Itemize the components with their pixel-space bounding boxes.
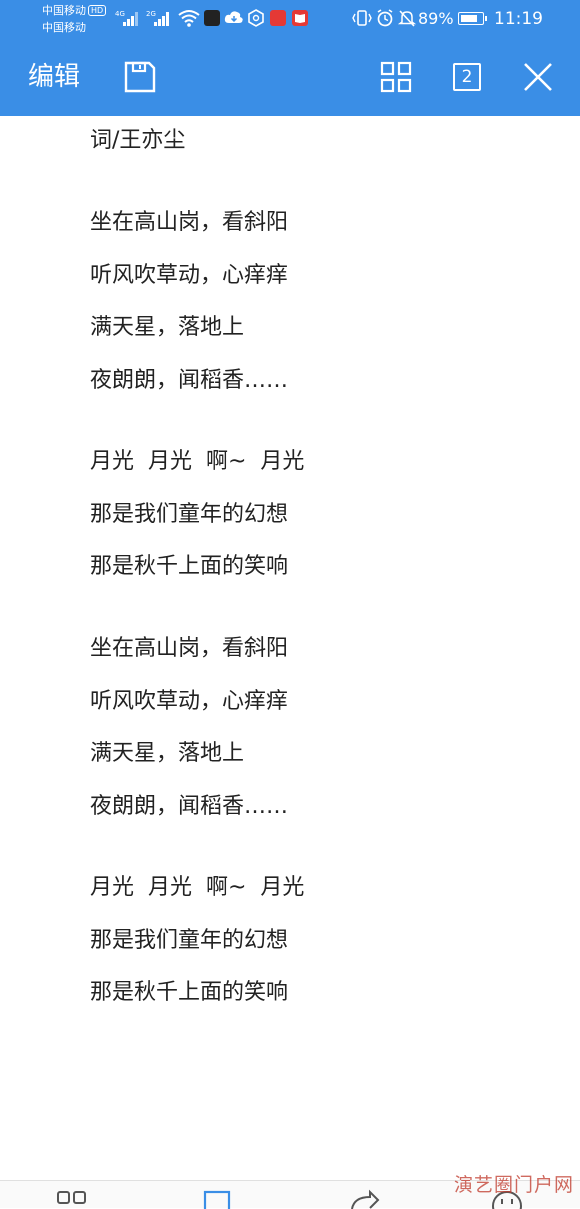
carrier-2: 中国移动 <box>42 21 86 34</box>
lyric-line: 那是我们童年的幻想 <box>90 928 289 953</box>
close-icon <box>524 63 552 91</box>
lyric-line: 夜朗朗，闻稻香…… <box>90 794 289 819</box>
lyric-line: 那是秋千上面的笑响 <box>90 554 289 579</box>
lyric-line: 坐在高山岗，看斜阳 <box>90 636 289 661</box>
settings-icon <box>248 9 264 27</box>
app-icon <box>204 10 220 26</box>
signal-icon <box>123 12 141 26</box>
grid-icon <box>380 61 412 93</box>
lyric-line: 坐在高山岗，看斜阳 <box>90 210 289 235</box>
lyric-line: 满天星，落地上 <box>90 315 245 340</box>
tabs-icon: 2 <box>453 63 481 91</box>
tool-icon[interactable] <box>56 1189 88 1209</box>
cloud-icon <box>224 11 243 23</box>
wifi-icon <box>178 10 200 27</box>
book-icon <box>292 10 308 26</box>
lyric-line: 听风吹草动，心痒痒 <box>90 263 289 288</box>
vibrate-icon <box>352 10 372 26</box>
carrier-1: 中国移动 HD <box>42 4 107 17</box>
toolbar-title: 编辑 <box>28 62 81 92</box>
lyric-line: 那是秋千上面的笑响 <box>90 980 289 1005</box>
lyric-line: 听风吹草动，心痒痒 <box>90 689 289 714</box>
tabs-button[interactable]: 2 <box>449 59 485 95</box>
battery-percent: 89% <box>418 9 454 28</box>
lyricist-line: 词/王亦尘 <box>90 128 186 153</box>
status-bar: 中国移动 HD 中国移动 4G 2G 89% 11:19 <box>0 0 580 38</box>
lyric-line: 满天星，落地上 <box>90 741 245 766</box>
signal-icon <box>154 12 172 26</box>
hd-badge: HD <box>88 5 107 16</box>
lyric-line: 月光 月光 啊~ 月光 <box>90 875 305 900</box>
document-editor[interactable]: 词/王亦尘 坐在高山岗，看斜阳 听风吹草动，心痒痒 满天星，落地上 夜朗朗，闻稻… <box>0 116 580 1180</box>
alarm-icon <box>377 9 393 27</box>
close-button[interactable] <box>520 59 556 95</box>
save-button[interactable] <box>122 59 158 95</box>
lyric-line: 月光 月光 啊~ 月光 <box>90 449 305 474</box>
clock: 11:19 <box>494 9 543 29</box>
editor-toolbar: 编辑 2 <box>0 38 580 116</box>
watermark-text: 演艺圈门户网 <box>453 1174 574 1196</box>
grid-view-button[interactable] <box>378 59 414 95</box>
carrier-1-name: 中国移动 <box>42 4 86 17</box>
share-icon[interactable] <box>348 1189 380 1209</box>
app-icon <box>270 10 286 26</box>
fullscreen-icon[interactable] <box>202 1189 232 1209</box>
lyric-line: 夜朗朗，闻稻香…… <box>90 368 289 393</box>
mute-icon <box>398 10 416 27</box>
save-icon <box>124 61 156 93</box>
lyric-line: 那是我们童年的幻想 <box>90 502 289 527</box>
battery-icon <box>458 12 487 25</box>
